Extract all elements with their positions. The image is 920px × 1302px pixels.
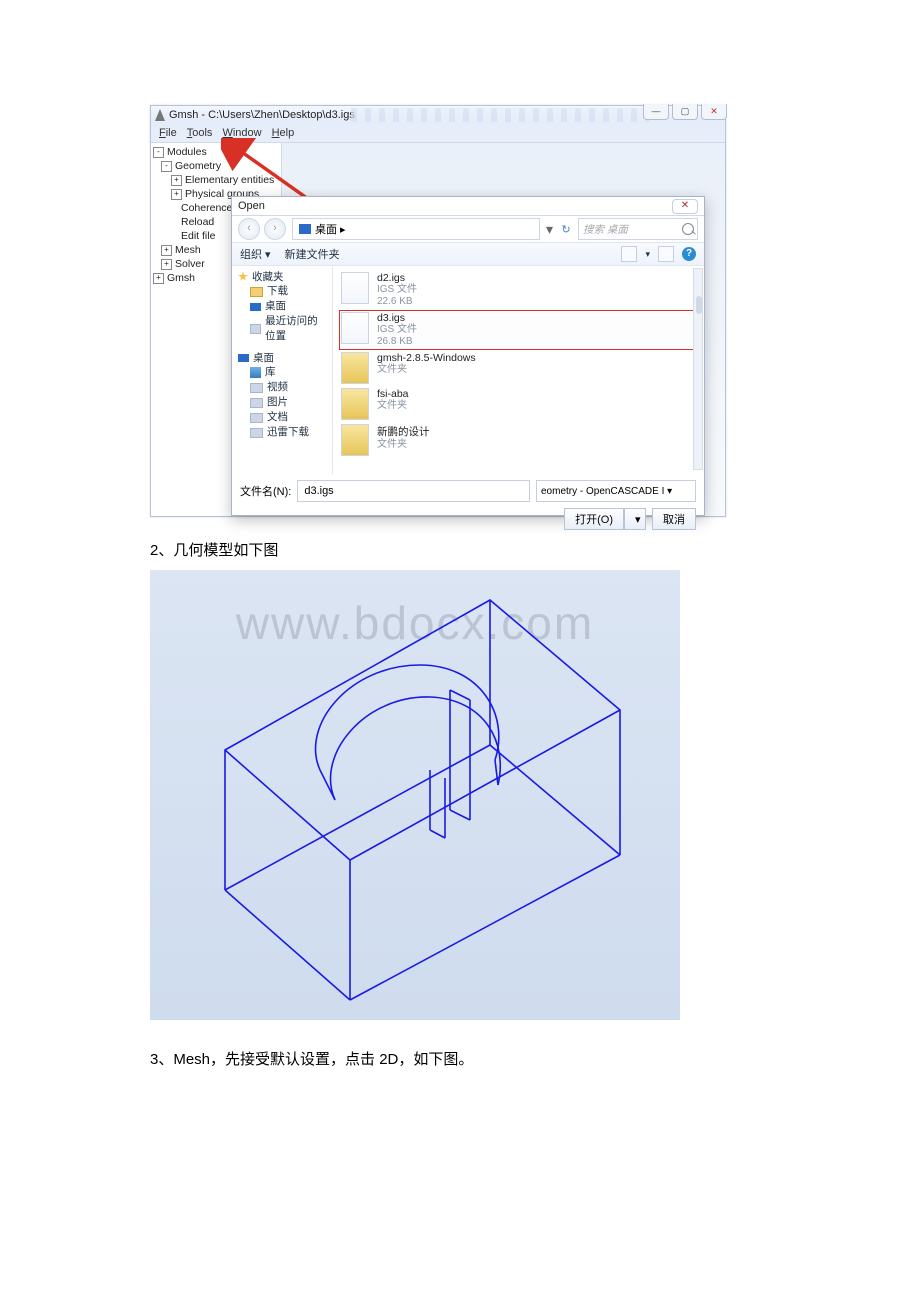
file-name: 新鹏的设计 <box>377 424 430 439</box>
library-icon <box>250 367 261 378</box>
menu-window[interactable]: Window <box>222 127 261 139</box>
file-size: 26.8 KB <box>377 336 417 348</box>
help-button[interactable]: ? <box>682 247 696 261</box>
menu-help[interactable]: Help <box>272 127 295 139</box>
step-2-text: 2、几何模型如下图 <box>150 539 770 560</box>
geometry-wireframe-figure: www.bdocx.com <box>150 570 680 1020</box>
dialog-title: Open <box>238 200 265 212</box>
side-libs[interactable]: 库 <box>265 365 276 380</box>
file-name: d3.igs <box>377 312 417 324</box>
preview-pane-button[interactable] <box>658 246 674 262</box>
file-item[interactable]: fsi-aba 文件夹 <box>339 386 698 422</box>
close-button[interactable]: ✕ <box>701 104 727 120</box>
open-split-button[interactable]: ▾ <box>624 508 646 530</box>
downloads-icon <box>250 287 263 297</box>
file-item-selected[interactable]: d3.igs IGS 文件 26.8 KB <box>339 310 698 350</box>
favorites-icon <box>238 272 248 282</box>
filetype-filter[interactable]: eometry - OpenCASCADE I ▾ <box>536 480 696 502</box>
file-item[interactable]: d2.igs IGS 文件 22.6 KB <box>339 270 698 310</box>
nav-back-button[interactable]: ‹ <box>238 218 260 240</box>
file-list: d2.igs IGS 文件 22.6 KB d3.igs IGS 文件 26.8… <box>333 266 704 474</box>
tree-editfile[interactable]: Edit file <box>181 230 215 242</box>
side-docs[interactable]: 文档 <box>267 410 288 425</box>
side-desktop2[interactable]: 桌面 <box>253 350 274 365</box>
file-type: 文件夹 <box>377 400 409 412</box>
side-pictures[interactable]: 图片 <box>267 395 288 410</box>
scrollbar-thumb[interactable] <box>696 296 702 314</box>
desktop-icon <box>238 354 249 362</box>
dialog-toolbar: 组织 ▾ 新建文件夹 ▾ ? <box>232 243 704 266</box>
pictures-icon <box>250 398 263 408</box>
side-recent[interactable]: 最近访问的位置 <box>265 314 326 344</box>
gmsh-titlebar: Gmsh - C:\Users\Zhen\Desktop\d3.igs — ▢ … <box>151 106 725 124</box>
gmsh-app-icon <box>155 109 165 121</box>
filename-label: 文件名(N): <box>240 483 291 499</box>
search-input[interactable]: 搜索 桌面 <box>578 218 698 240</box>
open-button[interactable]: 打开(O) <box>564 508 624 530</box>
tree-coherence[interactable]: Coherence <box>181 202 232 214</box>
tree-elementary[interactable]: Elementary entities <box>185 174 274 186</box>
newfolder-button[interactable]: 新建文件夹 <box>285 246 340 262</box>
desktop-icon <box>250 303 261 311</box>
docs-icon <box>250 413 263 423</box>
file-type: IGS 文件 <box>377 284 417 296</box>
minimize-button[interactable]: — <box>643 104 669 120</box>
organize-button[interactable]: 组织 ▾ <box>240 246 271 262</box>
view-mode-button[interactable] <box>621 246 637 262</box>
history-dropdown[interactable]: ▾ <box>546 221 552 238</box>
file-name: d2.igs <box>377 272 417 284</box>
side-video[interactable]: 视频 <box>267 380 288 395</box>
xunlei-icon <box>250 428 263 438</box>
file-item[interactable]: 新鹏的设计 文件夹 <box>339 422 698 458</box>
menu-file[interactable]: FFileile <box>159 127 177 139</box>
tree-geometry[interactable]: Geometry <box>175 160 221 172</box>
tree-modules[interactable]: Modules <box>167 146 207 158</box>
tree-mesh[interactable]: Mesh <box>175 244 201 256</box>
gmsh-menubar: FFileile Tools Window Help <box>151 124 725 143</box>
side-downloads[interactable]: 下载 <box>267 284 288 299</box>
gmsh-window-screenshot: Gmsh - C:\Users\Zhen\Desktop\d3.igs — ▢ … <box>150 105 726 517</box>
dialog-close-button[interactable]: ✕ <box>672 199 698 214</box>
cancel-button[interactable]: 取消 <box>652 508 696 530</box>
video-icon <box>250 383 263 393</box>
file-name: gmsh-2.8.5-Windows <box>377 352 476 364</box>
tree-gmsh[interactable]: Gmsh <box>167 272 195 284</box>
breadcrumb-label: 桌面 ▸ <box>315 221 346 237</box>
refresh-button[interactable]: ↻ <box>558 223 574 236</box>
titlebar-decor <box>351 108 650 122</box>
folder-icon <box>341 352 369 384</box>
folder-icon <box>341 424 369 456</box>
maximize-button[interactable]: ▢ <box>672 104 698 120</box>
menu-tools[interactable]: Tools <box>187 127 213 139</box>
file-type: 文件夹 <box>377 364 476 376</box>
side-xunlei[interactable]: 迅雷下载 <box>267 425 309 440</box>
file-item[interactable]: gmsh-2.8.5-Windows 文件夹 <box>339 350 698 386</box>
folder-icon <box>341 388 369 420</box>
tree-reload[interactable]: Reload <box>181 216 214 228</box>
breadcrumb[interactable]: 桌面 ▸ <box>292 218 540 240</box>
recent-icon <box>250 324 261 334</box>
view-caret[interactable]: ▾ <box>645 249 650 260</box>
filter-text: eometry - OpenCASCADE I ▾ <box>541 486 672 497</box>
desktop-icon <box>299 224 311 234</box>
file-size: 22.6 KB <box>377 296 417 308</box>
file-thumb-icon <box>341 272 369 304</box>
search-placeholder: 搜索 桌面 <box>583 222 628 237</box>
tree-solver[interactable]: Solver <box>175 258 205 270</box>
gmsh-title-text: Gmsh - C:\Users\Zhen\Desktop\d3.igs <box>169 109 355 121</box>
file-name: fsi-aba <box>377 388 409 400</box>
dialog-sidebar: 收藏夹 下载 桌面 最近访问的位置 桌面 库 视频 图片 文档 迅雷下载 <box>232 266 333 474</box>
file-thumb-icon <box>341 312 369 344</box>
side-desktop[interactable]: 桌面 <box>265 299 286 314</box>
open-file-dialog: Open ✕ ‹ › 桌面 ▸ ▾ ↻ 搜索 桌面 组织 ▾ 新建文件夹 <box>231 196 705 516</box>
step-3-text: 3、Mesh，先接受默认设置，点击 2D，如下图。 <box>150 1048 770 1069</box>
side-favorites[interactable]: 收藏夹 <box>252 269 284 284</box>
file-type: IGS 文件 <box>377 324 417 336</box>
nav-forward-button[interactable]: › <box>264 218 286 240</box>
filename-input[interactable] <box>297 480 530 502</box>
file-type: 文件夹 <box>377 439 430 451</box>
